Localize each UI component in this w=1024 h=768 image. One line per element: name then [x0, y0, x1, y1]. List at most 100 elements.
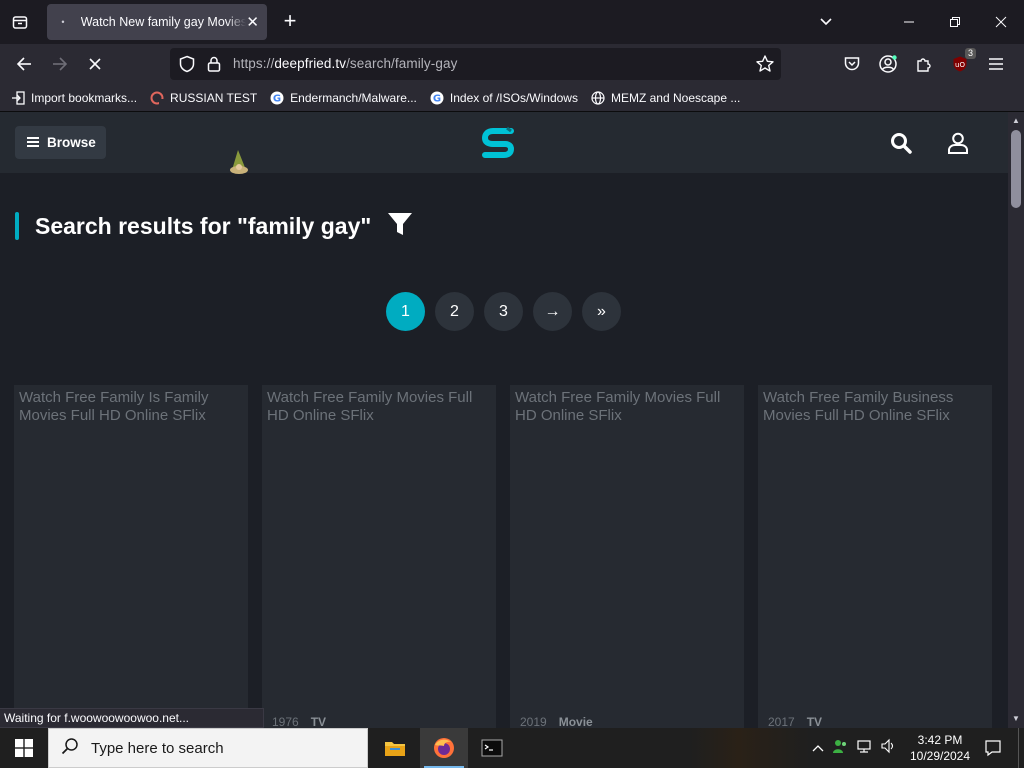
- minimize-icon[interactable]: [886, 0, 932, 44]
- pagination: 1 2 3 → »: [386, 292, 621, 331]
- web-page: Browse Search results for "family gay" 1…: [0, 112, 1008, 728]
- svg-text:G: G: [273, 93, 281, 104]
- system-tray: [812, 728, 896, 768]
- bookmark-index-isos[interactable]: G Index of /ISOs/Windows: [429, 90, 578, 106]
- card-type: TV: [806, 715, 823, 728]
- bookmark-label: Index of /ISOs/Windows: [449, 90, 578, 105]
- back-arrow-icon[interactable]: [12, 52, 36, 76]
- bookmark-label: MEMZ and Noescape ...: [610, 90, 741, 105]
- results-heading: Search results for "family gay": [15, 212, 413, 240]
- tray-overflow-chevron-icon[interactable]: [812, 739, 824, 757]
- card-title[interactable]: Watch Free Family Movies Full HD Online …: [515, 389, 738, 425]
- taskbar-clock[interactable]: 3:42 PM 10/29/2024: [904, 732, 976, 764]
- menu-hamburger-icon[interactable]: [984, 52, 1008, 76]
- bookmark-memz[interactable]: MEMZ and Noescape ...: [590, 90, 740, 106]
- ublock-origin-icon[interactable]: uO 3: [948, 48, 976, 76]
- page-title: Search results for "family gay": [35, 212, 372, 239]
- people-icon[interactable]: [832, 738, 848, 759]
- result-card[interactable]: Watch Free Family Movies Full HD Online …: [262, 385, 496, 728]
- loading-favicon-icon: •: [61, 17, 65, 27]
- browse-label: Browse: [47, 135, 96, 150]
- scroll-down-icon[interactable]: ▼: [1012, 714, 1020, 723]
- forward-arrow-icon[interactable]: [48, 52, 72, 76]
- new-tab-button[interactable]: +: [279, 10, 301, 34]
- result-card[interactable]: Watch Free Family Is Family Movies Full …: [14, 385, 248, 728]
- card-title[interactable]: Watch Free Family Business Movies Full H…: [763, 389, 986, 425]
- show-desktop-button[interactable]: [1018, 728, 1024, 768]
- file-explorer-icon[interactable]: [371, 728, 419, 768]
- notifications-icon[interactable]: [978, 728, 1008, 768]
- page-1-button[interactable]: 1: [386, 292, 425, 331]
- search-icon: [61, 737, 79, 759]
- google-icon: G: [269, 90, 285, 106]
- bookmark-russian-test[interactable]: RUSSIAN TEST: [149, 90, 257, 106]
- close-window-icon[interactable]: [978, 0, 1024, 44]
- heading-accent-bar: [15, 212, 19, 240]
- list-all-tabs-icon[interactable]: [814, 12, 838, 32]
- result-card[interactable]: Watch Free Family Business Movies Full H…: [758, 385, 992, 728]
- pocket-icon[interactable]: [840, 52, 864, 76]
- url-host: deepfried.tv: [274, 56, 347, 71]
- filter-icon[interactable]: [387, 211, 413, 242]
- bookmarks-toolbar: Import bookmarks... RUSSIAN TEST G Ender…: [0, 84, 1024, 112]
- bookmark-label: Endermanch/Malware...: [290, 90, 417, 105]
- bookmark-import[interactable]: Import bookmarks...: [10, 90, 137, 106]
- lock-icon[interactable]: [206, 55, 222, 78]
- page-scrollbar[interactable]: ▲ ▼: [1008, 112, 1024, 728]
- firefox-view-icon[interactable]: [8, 11, 32, 33]
- address-bar[interactable]: https://deepfried.tv/search/family-gay: [170, 48, 781, 80]
- bookmark-star-icon[interactable]: [755, 54, 775, 79]
- google-icon: G: [429, 90, 445, 106]
- restore-icon[interactable]: [932, 0, 978, 44]
- taskbar-search-placeholder: Type here to search: [91, 739, 224, 757]
- clock-date: 10/29/2024: [909, 749, 971, 763]
- hamburger-icon: [27, 135, 39, 150]
- card-title[interactable]: Watch Free Family Is Family Movies Full …: [19, 389, 242, 425]
- tab-active[interactable]: • Watch New family gay Movies Full HD On…: [47, 4, 267, 40]
- browse-button[interactable]: Browse: [15, 126, 106, 159]
- last-page-button[interactable]: »: [582, 292, 621, 331]
- user-icon[interactable]: [946, 132, 970, 159]
- clock-time: 3:42 PM: [917, 733, 963, 747]
- card-year: 2017: [768, 715, 795, 728]
- card-meta: 2017 TV: [768, 715, 822, 728]
- extensions-puzzle-icon[interactable]: [912, 52, 936, 76]
- card-meta: 1976 TV: [272, 715, 326, 728]
- stop-loading-icon[interactable]: [83, 52, 107, 76]
- page-3-button[interactable]: 3: [484, 292, 523, 331]
- url-path: /search/family-gay: [346, 56, 458, 71]
- network-icon[interactable]: [856, 738, 872, 759]
- windows-start-icon[interactable]: [0, 728, 48, 768]
- close-tab-icon[interactable]: ✕: [246, 13, 259, 31]
- account-icon[interactable]: [876, 52, 900, 76]
- cursor-gnome-icon: [228, 148, 252, 183]
- tracking-protection-shield-icon[interactable]: [178, 55, 196, 78]
- tab-title: Watch New family gay Movies Full HD Onli…: [80, 15, 247, 29]
- card-year: 2019: [520, 715, 547, 728]
- bookmark-label: RUSSIAN TEST: [170, 90, 258, 105]
- url-text[interactable]: https://deepfried.tv/search/family-gay: [233, 56, 457, 71]
- site-logo[interactable]: [481, 126, 517, 160]
- taskbar-background-image: [690, 728, 810, 768]
- card-title[interactable]: Watch Free Family Movies Full HD Online …: [267, 389, 490, 425]
- window-controls: [886, 0, 1024, 44]
- taskbar-search-box[interactable]: Type here to search: [48, 728, 368, 768]
- windows-taskbar: Type here to search 3:42 PM 10/29/2024: [0, 728, 1024, 768]
- svg-text:uO: uO: [955, 61, 965, 69]
- scrollbar-thumb[interactable]: [1011, 130, 1021, 208]
- firefox-taskbar-icon[interactable]: [420, 728, 468, 768]
- url-scheme: https://: [233, 56, 275, 71]
- next-page-button[interactable]: →: [533, 292, 572, 331]
- terminal-icon[interactable]: [468, 728, 516, 768]
- card-type: TV: [310, 715, 327, 728]
- result-card[interactable]: Watch Free Family Movies Full HD Online …: [510, 385, 744, 728]
- volume-icon[interactable]: [880, 738, 896, 759]
- bookmark-label: Import bookmarks...: [31, 90, 138, 105]
- search-icon[interactable]: [890, 132, 912, 159]
- site-icon: [149, 90, 165, 106]
- page-2-button[interactable]: 2: [435, 292, 474, 331]
- card-type: Movie: [558, 715, 593, 728]
- card-year: 1976: [272, 715, 299, 728]
- scroll-up-icon[interactable]: ▲: [1012, 116, 1020, 125]
- bookmark-endermanch[interactable]: G Endermanch/Malware...: [269, 90, 417, 106]
